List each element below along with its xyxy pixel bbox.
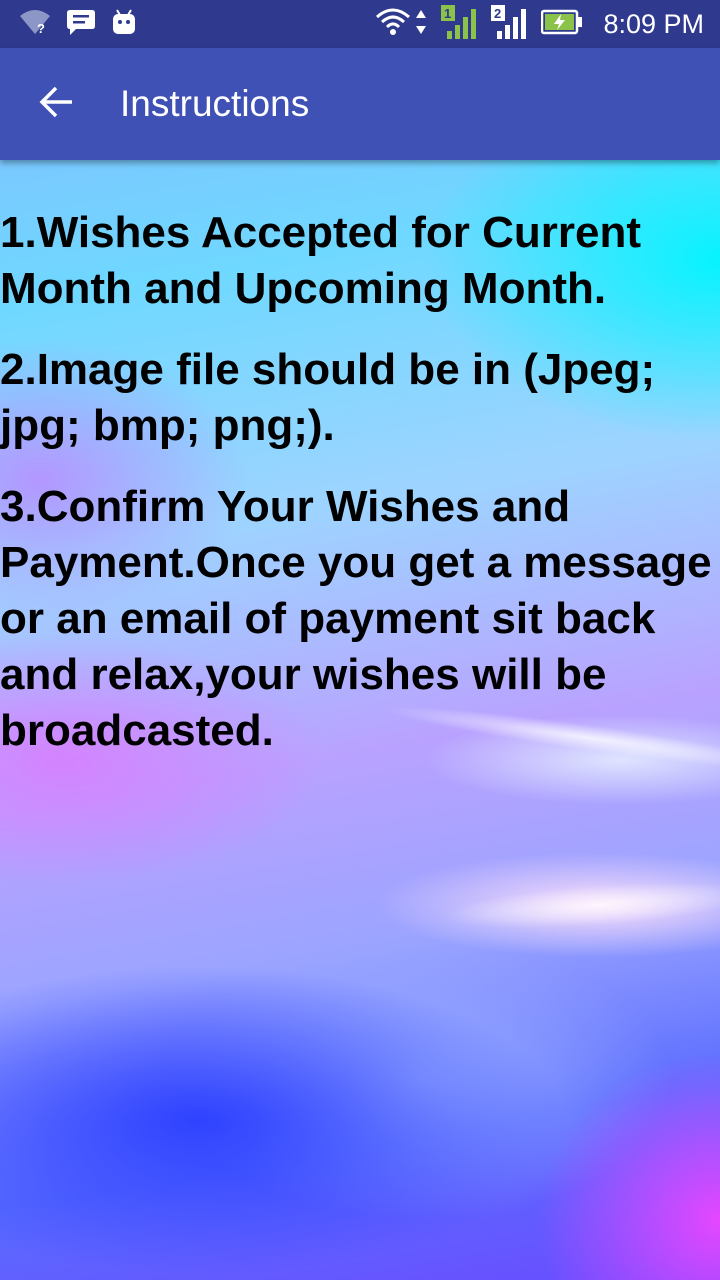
wifi-question-icon: ? bbox=[18, 8, 52, 41]
back-button[interactable] bbox=[28, 76, 84, 132]
battery-charging-icon bbox=[541, 8, 583, 41]
data-arrows-icon bbox=[415, 8, 427, 41]
arrow-back-icon bbox=[38, 85, 74, 124]
status-bar: ? 1 2 8:09 PM bbox=[0, 0, 720, 48]
svg-text:?: ? bbox=[37, 21, 45, 36]
signal-sim2-icon: 2 bbox=[491, 4, 527, 44]
signal-sim1-icon: 1 bbox=[441, 4, 477, 44]
page-title: Instructions bbox=[120, 83, 310, 124]
light-streak bbox=[438, 873, 720, 937]
sim2-label: 2 bbox=[494, 6, 501, 21]
instructions-list: 1.Wishes Accepted for Current Month and … bbox=[0, 205, 716, 784]
instruction-item: 1.Wishes Accepted for Current Month and … bbox=[0, 208, 642, 313]
instruction-item: 2.Image file should be in (Jpeg; jpg; bm… bbox=[0, 345, 656, 450]
wifi-icon bbox=[375, 7, 411, 42]
app-toolbar: Instructions bbox=[0, 48, 720, 160]
sim1-label: 1 bbox=[444, 6, 451, 21]
android-icon bbox=[110, 8, 138, 41]
message-icon bbox=[66, 8, 96, 41]
status-time: 8:09 PM bbox=[603, 8, 704, 39]
instruction-item: 3.Confirm Your Wishes and Payment.Once y… bbox=[0, 482, 712, 755]
